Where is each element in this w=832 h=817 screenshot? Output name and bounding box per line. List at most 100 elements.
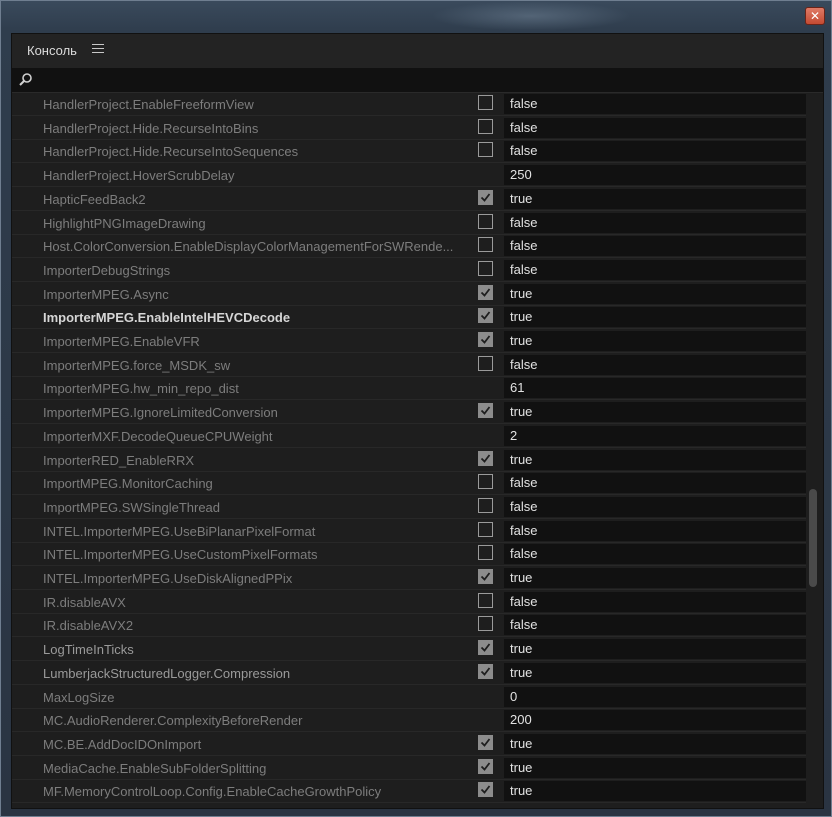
settings-row[interactable]: MediaCache.EnableSubFolderSplitting true [12,757,806,780]
checkbox-unchecked[interactable] [478,498,493,513]
settings-row[interactable]: IR.disableAVX false [12,591,806,614]
setting-value-field[interactable]: true [504,758,806,778]
settings-row[interactable]: MC.AudioRenderer.ComplexityBeforeRender 2… [12,709,806,732]
settings-row[interactable]: ImporterMPEG.Async true [12,283,806,306]
checkbox-checked[interactable] [478,640,493,655]
setting-value-field[interactable]: true [504,663,806,683]
setting-value-field[interactable]: false [504,615,806,635]
checkbox-checked[interactable] [478,308,493,323]
setting-value-field[interactable]: true [504,307,806,327]
setting-value-field[interactable]: false [504,118,806,138]
settings-row[interactable]: ImporterMPEG.force_MSDK_sw false [12,354,806,377]
setting-value-field[interactable]: 0 [504,687,806,707]
settings-row[interactable]: HapticFeedBack2 true [12,188,806,211]
setting-value-field[interactable]: false [504,141,806,161]
setting-value-field[interactable]: false [504,473,806,493]
checkmark-icon [480,785,491,794]
close-button[interactable]: ✕ [805,7,825,25]
setting-value-field[interactable]: true [504,781,806,801]
checkbox-unchecked[interactable] [478,119,493,134]
setting-value-field[interactable]: 250 [504,165,806,185]
setting-name: IR.disableAVX [43,595,126,610]
checkbox-checked[interactable] [478,285,493,300]
settings-row[interactable]: INTEL.ImporterMPEG.UseBiPlanarPixelForma… [12,520,806,543]
checkbox-unchecked[interactable] [478,593,493,608]
setting-value-field[interactable]: false [504,213,806,233]
settings-row[interactable]: ImportMPEG.MonitorCaching false [12,472,806,495]
checkbox-unchecked[interactable] [478,522,493,537]
setting-value-field[interactable]: false [504,236,806,256]
setting-value-field[interactable]: false [504,592,806,612]
settings-row[interactable]: LumberjackStructuredLogger.Compression tr… [12,662,806,685]
setting-name: MF.MemoryControlLoop.Config.EnableCacheG… [43,784,382,799]
settings-row[interactable]: INTEL.ImporterMPEG.UseDiskAlignedPPix tru… [12,567,806,590]
checkmark-icon [480,762,491,771]
settings-row[interactable]: MF.MemoryControlLoop.Config.EnableCacheG… [12,780,806,803]
settings-row[interactable]: ImporterRED_EnableRRX true [12,449,806,472]
checkbox-checked[interactable] [478,782,493,797]
settings-row[interactable]: MC.BE.AddDocIDOnImport true [12,733,806,756]
setting-value-field[interactable]: true [504,284,806,304]
checkbox-unchecked[interactable] [478,237,493,252]
checkbox-unchecked[interactable] [478,142,493,157]
checkbox-unchecked[interactable] [478,95,493,110]
setting-value-field[interactable]: false [504,355,806,375]
checkbox-checked[interactable] [478,332,493,347]
panel-title[interactable]: Консоль [27,43,77,58]
setting-value-field[interactable]: false [504,544,806,564]
checkbox-checked[interactable] [478,403,493,418]
setting-value-field[interactable]: true [504,402,806,422]
checkbox-checked[interactable] [478,569,493,584]
setting-value-field[interactable]: false [504,260,806,280]
settings-row[interactable]: ImporterMXF.DecodeQueueCPUWeight 2 [12,425,806,448]
scrollbar-thumb[interactable] [809,489,817,587]
setting-value-field[interactable]: true [504,450,806,470]
setting-value-field[interactable]: false [504,497,806,517]
setting-value-field[interactable]: true [504,568,806,588]
settings-row[interactable]: Host.ColorConversion.EnableDisplayColorM… [12,235,806,258]
vertical-scrollbar[interactable] [807,93,823,808]
setting-name: ImporterMPEG.IgnoreLimitedConversion [43,405,278,420]
settings-row[interactable]: MaxLogSize 0 [12,686,806,709]
search-input[interactable] [38,70,812,92]
settings-row[interactable]: ImporterMPEG.IgnoreLimitedConversion true [12,401,806,424]
setting-value-field[interactable]: false [504,521,806,541]
settings-row[interactable]: ImporterMPEG.hw_min_repo_dist 61 [12,377,806,400]
settings-row[interactable]: HandlerProject.EnableFreeformView false [12,93,806,116]
settings-row[interactable]: HandlerProject.Hide.RecurseIntoSequences… [12,140,806,163]
checkmark-icon [480,738,491,747]
checkbox-unchecked[interactable] [478,214,493,229]
hamburger-menu-icon[interactable] [92,44,104,56]
checkbox-unchecked[interactable] [478,616,493,631]
checkbox-unchecked[interactable] [478,356,493,371]
checkbox-checked[interactable] [478,451,493,466]
setting-value-field[interactable]: true [504,189,806,209]
setting-value-field[interactable]: 200 [504,710,806,730]
checkbox-checked[interactable] [478,735,493,750]
settings-row[interactable]: LogTimeInTicks true [12,638,806,661]
setting-value-field[interactable]: 2 [504,426,806,446]
checkbox-checked[interactable] [478,759,493,774]
checkbox-checked[interactable] [478,664,493,679]
setting-name: HighlightPNGImageDrawing [43,216,206,231]
setting-value-field[interactable]: 61 [504,378,806,398]
checkbox-checked[interactable] [478,190,493,205]
window-titlebar[interactable]: ✕ [1,1,831,31]
settings-row[interactable]: INTEL.ImporterMPEG.UseCustomPixelFormats… [12,543,806,566]
settings-row[interactable]: ImporterDebugStrings false [12,259,806,282]
checkbox-unchecked[interactable] [478,474,493,489]
setting-value-field[interactable]: true [504,639,806,659]
settings-row[interactable]: ImporterMPEG.EnableVFR true [12,330,806,353]
setting-value-field[interactable]: true [504,331,806,351]
settings-row[interactable]: IR.disableAVX2 false [12,614,806,637]
settings-row[interactable]: ImportMPEG.SWSingleThread false [12,496,806,519]
setting-value-field[interactable]: false [504,94,806,114]
checkbox-unchecked[interactable] [478,261,493,276]
settings-row[interactable]: HandlerProject.HoverScrubDelay 250 [12,164,806,187]
checkmark-icon [480,288,491,297]
settings-row[interactable]: ImporterMPEG.EnableIntelHEVCDecode true [12,306,806,329]
settings-row[interactable]: HighlightPNGImageDrawing false [12,212,806,235]
checkbox-unchecked[interactable] [478,545,493,560]
setting-value-field[interactable]: true [504,734,806,754]
settings-row[interactable]: HandlerProject.Hide.RecurseIntoBins false [12,117,806,140]
